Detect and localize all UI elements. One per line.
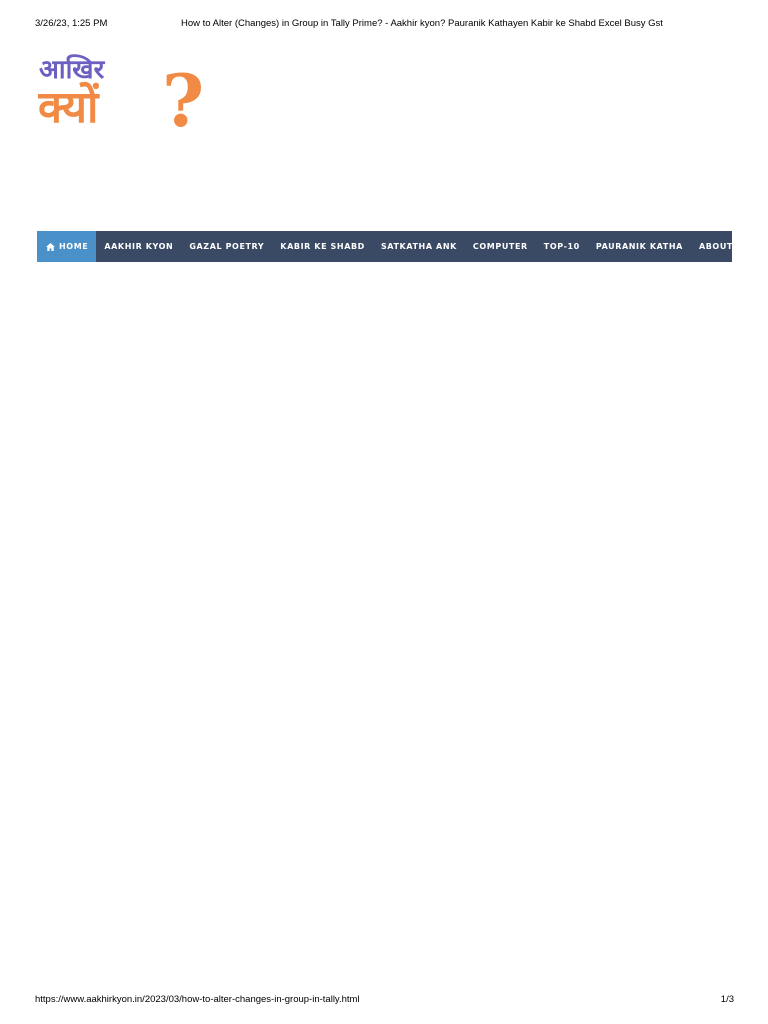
print-url: https://www.aakhirkyon.in/2023/03/how-to… [35, 994, 360, 1005]
nav-item-gazal-poetry[interactable]: GAZAL POETRY [181, 231, 272, 262]
nav-label-kabir-ke-shabd: KABIR KE SHABD [280, 242, 365, 251]
print-page-title: How to Alter (Changes) in Group in Tally… [181, 18, 663, 29]
print-page-number: 1/3 [720, 994, 734, 1005]
nav-label-top-10: TOP-10 [543, 242, 580, 251]
nav-label-aakhir-kyon: AAKHIR KYON [104, 242, 174, 251]
logo-line1: आखिर [39, 54, 106, 85]
nav-item-home[interactable]: HOME [37, 231, 97, 262]
nav-item-aakhir-kyon[interactable]: AAKHIR KYON [96, 231, 181, 262]
print-footer: https://www.aakhirkyon.in/2023/03/how-to… [35, 993, 734, 1007]
nav-item-pauranik-katha[interactable]: PAURANIK KATHA [588, 231, 691, 262]
nav-label-home: HOME [59, 242, 89, 251]
home-icon [46, 242, 55, 251]
nav-label-pauranik-katha: PAURANIK KATHA [595, 242, 683, 251]
nav-label-computer: COMPUTER [472, 242, 528, 251]
print-date: 3/26/23, 1:25 PM [35, 18, 108, 29]
nav-item-computer[interactable]: COMPUTER [465, 231, 536, 262]
logo-question-mark: ? [162, 58, 204, 132]
site-logo[interactable]: आखिर क्यों ? [38, 52, 213, 132]
print-header: 3/26/23, 1:25 PM How to Alter (Changes) … [35, 17, 733, 31]
nav-label-satkatha-ank: SATKATHA ANK [380, 242, 457, 251]
nav-label-about-us: ABOUT US [698, 242, 750, 251]
nav-item-about-us[interactable]: ABOUT US [691, 231, 758, 262]
nav-item-kabir-ke-shabd[interactable]: KABIR KE SHABD [272, 231, 373, 262]
nav-label-gazal-poetry: GAZAL POETRY [189, 242, 265, 251]
main-navigation: HOME AAKHIR KYON GAZAL POETRY KABIR KE S… [37, 231, 749, 262]
nav-item-satkatha-ank[interactable]: SATKATHA ANK [373, 231, 465, 262]
nav-item-top-10[interactable]: TOP-10 [536, 231, 588, 262]
logo-line2: क्यों [38, 81, 100, 132]
